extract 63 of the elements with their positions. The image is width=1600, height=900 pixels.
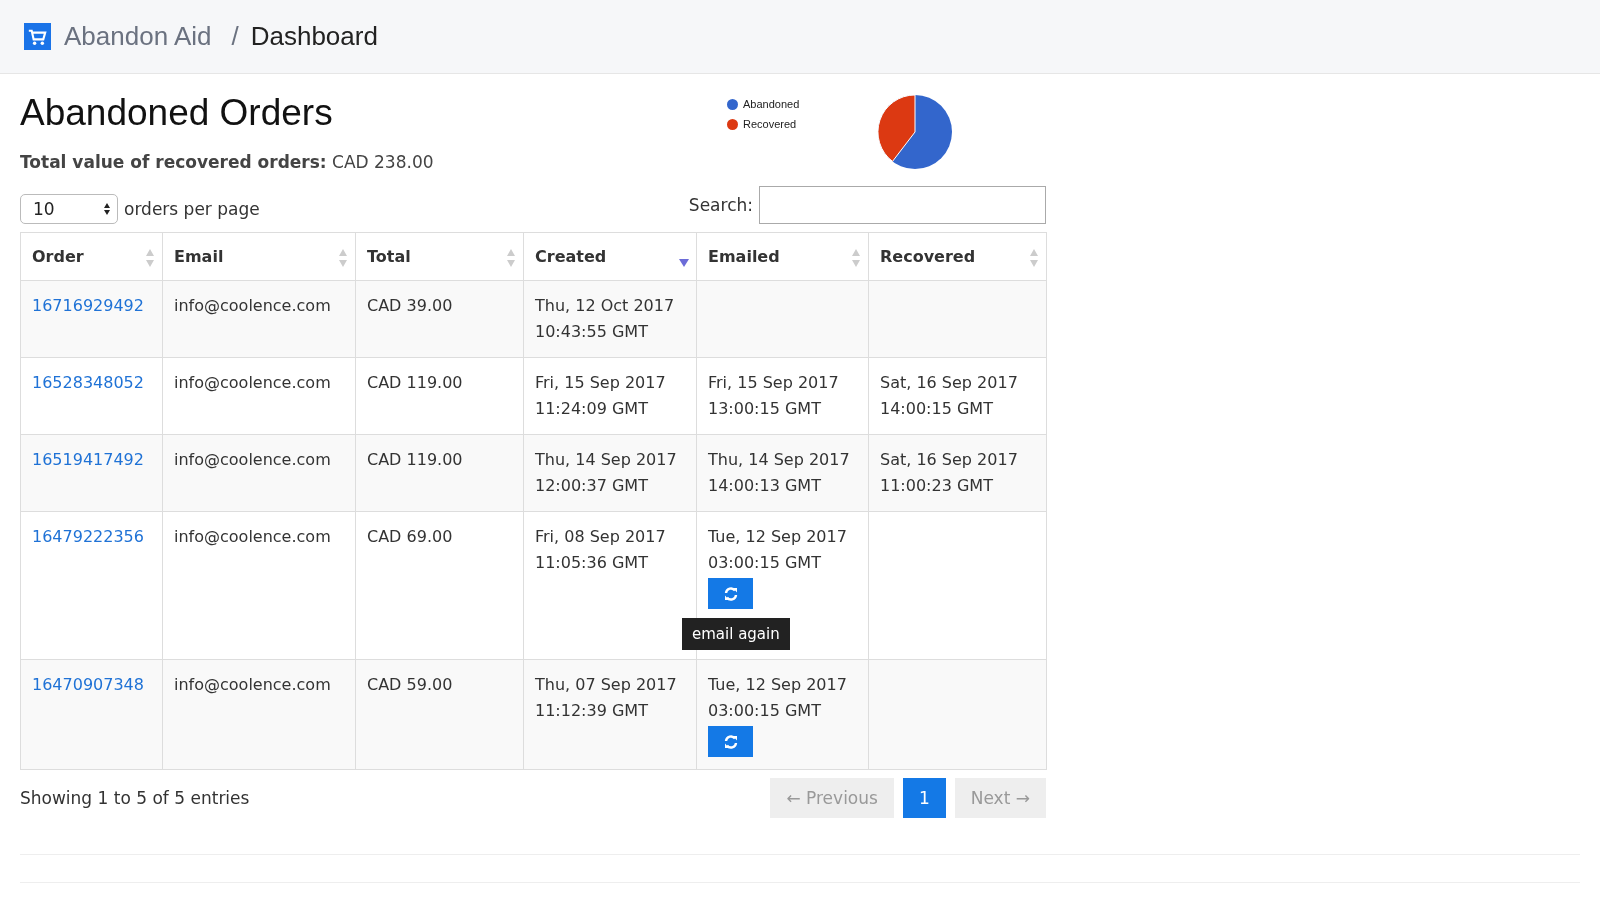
up-down-arrows-icon — [103, 202, 111, 216]
column-header[interactable]: Total — [355, 232, 524, 281]
search-field[interactable] — [759, 186, 1046, 224]
tooltip: email again — [682, 618, 790, 650]
order-link[interactable]: 16479222356 — [32, 527, 144, 546]
table-cell-text: Tue, 12 Sep 2017 — [708, 526, 848, 548]
table-cell-text: 11:05:36 GMT — [535, 552, 649, 574]
table-cell: info@coolence.com — [174, 527, 331, 546]
table-cell-text: Thu, 14 Sep 2017 — [535, 449, 678, 471]
legend-label: Recovered — [743, 118, 797, 130]
column-header[interactable]: Recovered — [868, 232, 1047, 281]
table-cell: CAD 59.00 — [367, 675, 453, 694]
breadcrumb-current: Dashboard — [250, 21, 378, 52]
table-cell: CAD 119.00 — [367, 450, 463, 469]
order-link[interactable]: 16716929492 — [32, 296, 144, 315]
table-cell: info@coolence.com — [174, 675, 331, 694]
table-cell-text: Thu, 07 Sep 2017 — [535, 674, 678, 696]
table-cell-text: Fri, 15 Sep 2017 — [535, 372, 667, 394]
table-cell: info@coolence.com — [174, 450, 331, 469]
email-again-button[interactable] — [708, 578, 753, 609]
page-size-select[interactable]: 10 — [20, 194, 118, 224]
table-cell-text: 14:00:15 GMT — [880, 398, 994, 420]
table-cell-text: Thu, 12 Oct 2017 — [535, 295, 676, 317]
page-size-label: orders per page — [124, 199, 260, 219]
page-title: Abandoned Orders — [20, 92, 334, 134]
table-cell-text: Fri, 15 Sep 2017 — [708, 372, 840, 394]
email-again-button[interactable] — [708, 726, 753, 757]
order-link[interactable]: 16470907348 — [32, 675, 144, 694]
table-cell-text: 03:00:15 GMT — [708, 700, 822, 722]
table-cell: info@coolence.com — [174, 296, 331, 315]
column-header[interactable]: Emailed — [696, 232, 869, 281]
order-link[interactable]: 16519417492 — [32, 450, 144, 469]
table-cell-text: Sat, 16 Sep 2017 — [880, 372, 1019, 394]
pagination-button[interactable]: 1 — [902, 778, 946, 818]
table-cell-text: 11:24:09 GMT — [535, 398, 649, 420]
table-cell-text: 13:00:15 GMT — [708, 398, 822, 420]
column-header[interactable]: Created — [523, 232, 697, 281]
cart-icon — [24, 23, 51, 50]
order-link[interactable]: 16528348052 — [32, 373, 144, 392]
breadcrumb-separator: / — [231, 21, 239, 52]
column-header[interactable]: Email — [162, 232, 356, 281]
table-cell: CAD 69.00 — [367, 527, 453, 546]
table-cell-text: Sat, 16 Sep 2017 — [880, 449, 1019, 471]
refresh-icon — [722, 733, 739, 750]
table-cell: CAD 119.00 — [367, 373, 463, 392]
table-cell-text: 03:00:15 GMT — [708, 552, 822, 574]
table-cell-text: 10:43:55 GMT — [535, 321, 649, 343]
table-cell-text: 11:00:23 GMT — [880, 475, 994, 497]
table-cell: CAD 39.00 — [367, 296, 453, 315]
table-cell: info@coolence.com — [174, 373, 331, 392]
recovered-total: Total value of recovered orders: CAD 238.00 — [20, 152, 435, 172]
column-header[interactable]: Order — [20, 232, 163, 281]
table-cell-text: 14:00:13 GMT — [708, 475, 822, 497]
table-cell-text: Tue, 12 Sep 2017 — [708, 674, 848, 696]
entries-info: Showing 1 to 5 of 5 entries — [20, 788, 250, 808]
search-label: Search: — [688, 195, 753, 215]
table-cell-text: Thu, 14 Sep 2017 — [708, 449, 851, 471]
legend-label: Abandoned — [743, 98, 800, 110]
table-cell-text: Fri, 08 Sep 2017 — [535, 526, 667, 548]
brand-link[interactable]: Abandon Aid — [64, 21, 212, 52]
table-cell-text: 12:00:37 GMT — [535, 475, 649, 497]
table-cell-text: 11:12:39 GMT — [535, 700, 649, 722]
refresh-icon — [722, 585, 739, 602]
